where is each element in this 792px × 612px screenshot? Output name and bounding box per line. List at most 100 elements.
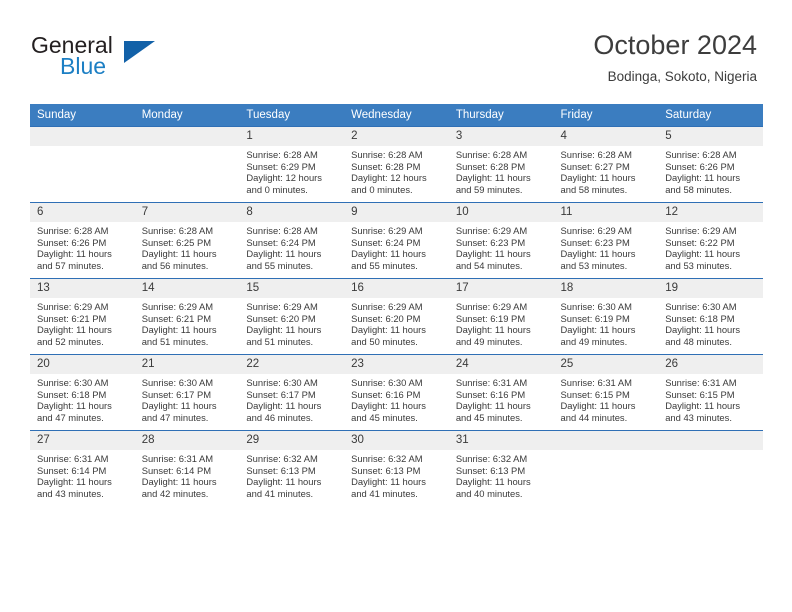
calendar-day-cell[interactable]: 21 Sunrise: 6:30 AM Sunset: 6:17 PM Dayligh… <box>134 354 240 431</box>
sunrise-text: Sunrise: 6:29 AM <box>351 301 423 312</box>
calendar-day-cell[interactable]: 13 Sunrise: 6:29 AM Sunset: 6:21 PM Dayligh… <box>30 278 135 355</box>
daylight-text: Daylight: 11 hours and 55 minutes. <box>351 248 426 271</box>
weekday-header-friday: Friday <box>553 104 659 127</box>
calendar-day-cell[interactable]: 16 Sunrise: 6:29 AM Sunset: 6:20 PM Dayligh… <box>344 278 449 355</box>
calendar-day-cell-empty <box>553 430 659 506</box>
sunset-text: Sunset: 6:14 PM <box>141 464 212 476</box>
day-details: Sunrise: 6:31 AM Sunset: 6:16 PM Daylight:… <box>449 374 554 423</box>
sunset-text: Sunset: 6:27 PM <box>560 160 630 172</box>
calendar-day-cell[interactable]: 9 Sunrise: 6:29 AM Sunset: 6:24 PM Daylight… <box>344 202 449 279</box>
sunrise-text: Sunrise: 6:30 AM <box>141 377 214 388</box>
calendar-day-cell[interactable]: 5 Sunrise: 6:28 AM Sunset: 6:26 PM Daylight… <box>658 126 763 203</box>
calendar-day-cell[interactable]: 27 Sunrise: 6:31 AM Sunset: 6:14 PM Dayligh… <box>30 430 135 506</box>
calendar-day-cell[interactable]: 30 Sunrise: 6:32 AM Sunset: 6:13 PM Dayligh… <box>344 430 449 506</box>
calendar-day-cell[interactable]: 8 Sunrise: 6:28 AM Sunset: 6:24 PM Daylight… <box>239 202 345 279</box>
daylight-text: Daylight: 11 hours and 41 minutes. <box>246 476 322 499</box>
day-number: 21 <box>134 355 240 374</box>
calendar-day-cell[interactable]: 26 Sunrise: 6:31 AM Sunset: 6:15 PM Dayligh… <box>658 354 763 431</box>
day-details: Sunrise: 6:28 AM Sunset: 6:25 PM Daylight:… <box>135 222 240 271</box>
calendar-day-cell[interactable]: 22 Sunrise: 6:30 AM Sunset: 6:17 PM Dayligh… <box>239 354 345 431</box>
day-number <box>553 431 659 450</box>
day-number: 11 <box>553 203 659 222</box>
sunset-text: Sunset: 6:28 PM <box>351 160 421 172</box>
calendar-day-cell[interactable]: 11 Sunrise: 6:29 AM Sunset: 6:23 PM Dayligh… <box>553 202 659 279</box>
daylight-text: Daylight: 11 hours and 50 minutes. <box>351 324 426 347</box>
sunset-text: Sunset: 6:13 PM <box>246 464 316 476</box>
page-header: General Blue October 2024 Bodinga, Sokot… <box>0 0 792 100</box>
day-details: Sunrise: 6:32 AM Sunset: 6:13 PM Daylight:… <box>449 450 554 499</box>
calendar-day-cell[interactable]: 3 Sunrise: 6:28 AM Sunset: 6:28 PM Daylight… <box>448 126 554 203</box>
calendar-day-cell[interactable]: 28 Sunrise: 6:31 AM Sunset: 6:14 PM Dayligh… <box>134 430 240 506</box>
day-details: Sunrise: 6:28 AM Sunset: 6:24 PM Daylight:… <box>239 222 344 271</box>
sunrise-text: Sunrise: 6:28 AM <box>141 225 214 236</box>
daylight-text: Daylight: 11 hours and 51 minutes. <box>246 324 322 347</box>
day-number: 24 <box>448 355 554 374</box>
sunset-text: Sunset: 6:29 PM <box>246 160 316 172</box>
calendar-page: General Blue October 2024 Bodinga, Sokot… <box>0 0 792 612</box>
calendar-day-cell[interactable]: 10 Sunrise: 6:29 AM Sunset: 6:23 PM Dayligh… <box>448 202 554 279</box>
calendar-day-cell[interactable]: 4 Sunrise: 6:28 AM Sunset: 6:27 PM Daylight… <box>553 126 659 203</box>
daylight-text: Daylight: 11 hours and 57 minutes. <box>37 248 112 271</box>
daylight-text: Daylight: 11 hours and 55 minutes. <box>246 248 322 271</box>
day-details: Sunrise: 6:30 AM Sunset: 6:18 PM Daylight:… <box>30 374 135 423</box>
calendar-day-cell[interactable]: 12 Sunrise: 6:29 AM Sunset: 6:22 PM Dayligh… <box>658 202 763 279</box>
day-number: 4 <box>553 127 659 146</box>
sunrise-text: Sunrise: 6:29 AM <box>560 225 632 236</box>
triangle-logo-icon <box>124 41 155 63</box>
daylight-text: Daylight: 11 hours and 43 minutes. <box>665 400 741 423</box>
day-details: Sunrise: 6:31 AM Sunset: 6:15 PM Daylight:… <box>554 374 659 423</box>
page-title: October 2024 <box>593 30 757 60</box>
sunrise-text: Sunrise: 6:30 AM <box>351 377 423 388</box>
day-number: 2 <box>344 127 449 146</box>
calendar-day-cell[interactable]: 14 Sunrise: 6:29 AM Sunset: 6:21 PM Dayligh… <box>134 278 240 355</box>
sunset-text: Sunset: 6:19 PM <box>455 312 526 324</box>
sunrise-text: Sunrise: 6:29 AM <box>351 225 423 236</box>
sunrise-text: Sunrise: 6:31 AM <box>665 377 737 388</box>
day-details: Sunrise: 6:29 AM Sunset: 6:21 PM Daylight:… <box>135 298 240 347</box>
sunrise-text: Sunrise: 6:30 AM <box>246 377 318 388</box>
calendar-day-cell[interactable]: 15 Sunrise: 6:29 AM Sunset: 6:20 PM Dayligh… <box>239 278 345 355</box>
calendar-body: 1 Sunrise: 6:28 AM Sunset: 6:29 PM Daylight… <box>30 126 763 506</box>
daylight-text: Daylight: 11 hours and 42 minutes. <box>141 476 217 499</box>
weekday-header-thursday: Thursday <box>448 104 554 127</box>
daylight-text: Daylight: 11 hours and 41 minutes. <box>351 476 426 499</box>
calendar-day-cell-empty <box>134 126 240 203</box>
calendar-day-cell[interactable]: 23 Sunrise: 6:30 AM Sunset: 6:16 PM Dayligh… <box>344 354 449 431</box>
sunrise-text: Sunrise: 6:31 AM <box>455 377 528 388</box>
daylight-text: Daylight: 11 hours and 47 minutes. <box>141 400 217 423</box>
calendar-day-cell[interactable]: 25 Sunrise: 6:31 AM Sunset: 6:15 PM Dayligh… <box>553 354 659 431</box>
sunset-text: Sunset: 6:21 PM <box>37 312 107 324</box>
calendar-day-cell[interactable]: 2 Sunrise: 6:28 AM Sunset: 6:28 PM Daylight… <box>344 126 449 203</box>
calendar-day-cell[interactable]: 7 Sunrise: 6:28 AM Sunset: 6:25 PM Daylight… <box>134 202 240 279</box>
calendar-day-cell[interactable]: 1 Sunrise: 6:28 AM Sunset: 6:29 PM Daylight… <box>239 126 345 203</box>
day-details: Sunrise: 6:30 AM Sunset: 6:17 PM Daylight:… <box>135 374 240 423</box>
calendar-day-cell[interactable]: 31 Sunrise: 6:32 AM Sunset: 6:13 PM Dayligh… <box>448 430 554 506</box>
day-details: Sunrise: 6:29 AM Sunset: 6:20 PM Daylight:… <box>344 298 449 347</box>
calendar-week-row: 6 Sunrise: 6:28 AM Sunset: 6:26 PM Daylight… <box>30 202 763 279</box>
calendar-day-cell[interactable]: 6 Sunrise: 6:28 AM Sunset: 6:26 PM Daylight… <box>30 202 135 279</box>
calendar-day-cell[interactable]: 20 Sunrise: 6:30 AM Sunset: 6:18 PM Dayligh… <box>30 354 135 431</box>
calendar-day-cell[interactable]: 24 Sunrise: 6:31 AM Sunset: 6:16 PM Dayligh… <box>448 354 554 431</box>
sunset-text: Sunset: 6:20 PM <box>246 312 316 324</box>
sunset-text: Sunset: 6:20 PM <box>351 312 421 324</box>
sunset-text: Sunset: 6:14 PM <box>37 464 107 476</box>
calendar-day-cell[interactable]: 19 Sunrise: 6:30 AM Sunset: 6:18 PM Dayligh… <box>658 278 763 355</box>
calendar-day-cell[interactable]: 18 Sunrise: 6:30 AM Sunset: 6:19 PM Dayligh… <box>553 278 659 355</box>
sunrise-text: Sunrise: 6:28 AM <box>37 225 109 236</box>
daylight-text: Daylight: 11 hours and 56 minutes. <box>141 248 217 271</box>
day-number: 26 <box>658 355 763 374</box>
brand-logo[interactable]: General Blue <box>31 32 231 82</box>
day-number: 16 <box>344 279 449 298</box>
day-number <box>30 127 135 146</box>
sunrise-text: Sunrise: 6:30 AM <box>560 301 632 312</box>
calendar-day-cell[interactable]: 29 Sunrise: 6:32 AM Sunset: 6:13 PM Dayligh… <box>239 430 345 506</box>
sunrise-text: Sunrise: 6:30 AM <box>665 301 737 312</box>
sunrise-text: Sunrise: 6:31 AM <box>37 453 109 464</box>
day-number: 5 <box>658 127 763 146</box>
day-details: Sunrise: 6:31 AM Sunset: 6:14 PM Daylight:… <box>30 450 135 499</box>
day-number <box>134 127 240 146</box>
calendar-day-cell-empty <box>658 430 763 506</box>
day-number: 15 <box>239 279 345 298</box>
weekday-header-monday: Monday <box>134 104 240 127</box>
calendar-day-cell[interactable]: 17 Sunrise: 6:29 AM Sunset: 6:19 PM Dayligh… <box>448 278 554 355</box>
